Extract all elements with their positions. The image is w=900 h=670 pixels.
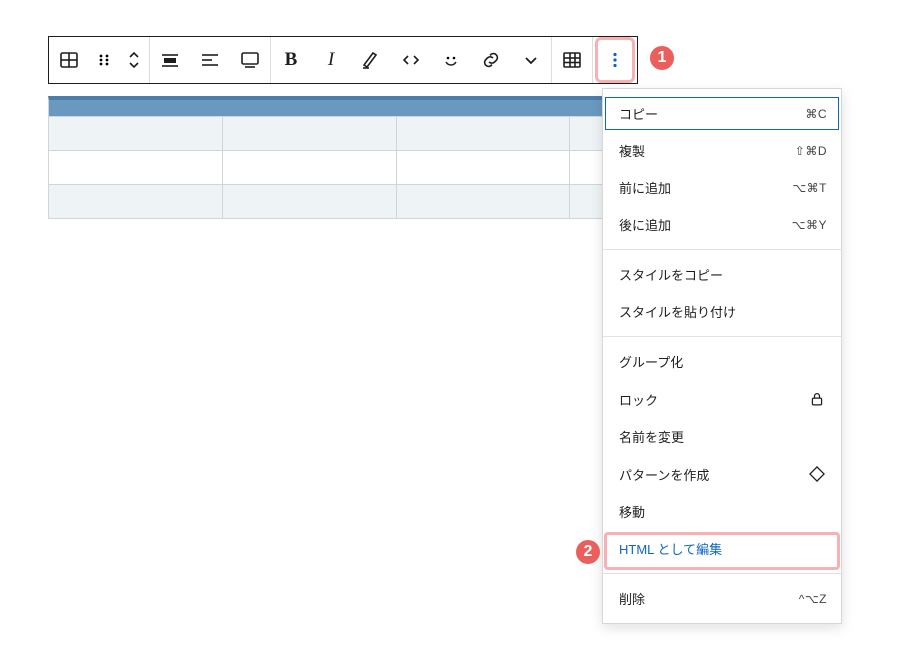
more-rich-text-button[interactable] — [511, 37, 551, 83]
align-button[interactable] — [150, 37, 190, 83]
align-left-icon — [198, 48, 222, 72]
table-cell[interactable] — [223, 150, 397, 184]
table-edit-icon — [560, 48, 584, 72]
bold-glyph: B — [285, 49, 298, 71]
bold-button[interactable]: B — [271, 37, 311, 83]
menu-item-create-pattern[interactable]: パターンを作成 — [603, 455, 841, 493]
justify-button[interactable] — [190, 37, 230, 83]
menu-item-label: グループ化 — [619, 352, 683, 371]
menu-item-label: 移動 — [619, 502, 645, 521]
menu-item-copy-styles[interactable]: スタイルをコピー — [603, 256, 841, 293]
menu-item-edit-as-html[interactable]: HTML として編集 — [603, 530, 841, 567]
table-icon — [57, 48, 81, 72]
menu-item-label: ロック — [619, 390, 658, 409]
menu-item-copy[interactable]: コピー ⌘C — [603, 95, 841, 132]
menu-item-label: 複製 — [619, 141, 645, 160]
table-cell[interactable] — [397, 116, 571, 150]
drag-handle-icon — [92, 48, 116, 72]
code-icon — [399, 48, 423, 72]
table-cell[interactable] — [49, 150, 223, 184]
menu-item-label: コピー — [619, 104, 658, 123]
align-none-icon — [158, 48, 182, 72]
block-options-menu: コピー ⌘C 複製 ⇧⌘D 前に追加 ⌥⌘T 後に追加 ⌥⌘Y スタイルをコピー… — [602, 88, 842, 624]
menu-item-label: スタイルをコピー — [619, 265, 723, 284]
menu-item-rename[interactable]: 名前を変更 — [603, 418, 841, 455]
italic-button[interactable]: I — [311, 37, 351, 83]
menu-item-paste-styles[interactable]: スタイルを貼り付け — [603, 293, 841, 330]
menu-separator — [603, 249, 841, 250]
menu-item-delete[interactable]: 削除 ^⌥Z — [603, 580, 841, 617]
menu-item-duplicate[interactable]: 複製 ⇧⌘D — [603, 132, 841, 169]
menu-item-label: パターンを作成 — [619, 465, 709, 484]
code-button[interactable] — [391, 37, 431, 83]
move-up-down-button[interactable] — [119, 37, 149, 83]
table-cell[interactable] — [223, 184, 397, 218]
caption-icon — [238, 48, 262, 72]
menu-separator — [603, 573, 841, 574]
menu-item-label: 削除 — [619, 589, 645, 608]
table-cell[interactable] — [49, 184, 223, 218]
menu-item-insert-after[interactable]: 後に追加 ⌥⌘Y — [603, 206, 841, 243]
menu-item-lock[interactable]: ロック — [603, 380, 841, 418]
edit-table-button[interactable] — [552, 37, 592, 83]
menu-item-shortcut: ⌘C — [805, 107, 827, 121]
lock-icon — [807, 389, 827, 409]
table-cell[interactable] — [49, 116, 223, 150]
link-button[interactable] — [471, 37, 511, 83]
callout-badge-1: 1 — [650, 46, 674, 70]
link-icon — [479, 48, 503, 72]
menu-item-label: HTML として編集 — [619, 539, 722, 558]
menu-item-label: 前に追加 — [619, 178, 671, 197]
block-type-table-button[interactable] — [49, 37, 89, 83]
menu-separator — [603, 336, 841, 337]
menu-item-insert-before[interactable]: 前に追加 ⌥⌘T — [603, 169, 841, 206]
menu-item-label: 後に追加 — [619, 215, 671, 234]
italic-glyph: I — [328, 49, 334, 71]
menu-item-shortcut: ⇧⌘D — [795, 144, 827, 158]
callout-badge-2: 2 — [576, 540, 600, 564]
table-cell[interactable] — [397, 150, 571, 184]
menu-item-label: 名前を変更 — [619, 427, 684, 446]
block-toolbar: B I — [48, 36, 638, 84]
highlight-icon — [359, 48, 383, 72]
more-vertical-icon — [603, 48, 627, 72]
emoji-button[interactable] — [431, 37, 471, 83]
emoji-icon — [439, 48, 463, 72]
menu-item-move[interactable]: 移動 — [603, 493, 841, 530]
menu-item-shortcut: ⌥⌘T — [792, 181, 827, 195]
table-cell[interactable] — [223, 116, 397, 150]
options-button[interactable] — [595, 37, 635, 83]
menu-item-group[interactable]: グループ化 — [603, 343, 841, 380]
menu-item-shortcut: ^⌥Z — [799, 592, 827, 606]
table-cell[interactable] — [397, 184, 571, 218]
move-vertical-icon — [122, 48, 146, 72]
menu-item-shortcut: ⌥⌘Y — [792, 218, 827, 232]
drag-handle-button[interactable] — [89, 37, 119, 83]
menu-item-label: スタイルを貼り付け — [619, 302, 736, 321]
highlight-button[interactable] — [351, 37, 391, 83]
chevron-down-icon — [519, 48, 543, 72]
pattern-icon — [807, 464, 827, 484]
table-style-button[interactable] — [230, 37, 270, 83]
